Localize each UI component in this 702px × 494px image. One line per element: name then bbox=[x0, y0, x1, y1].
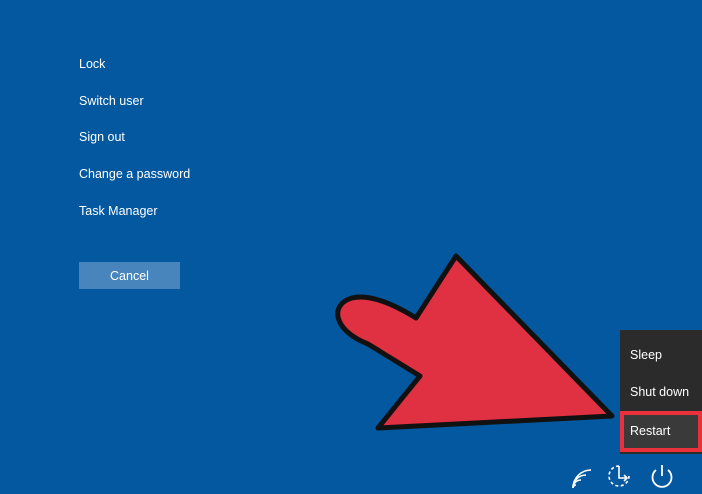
sleep-option[interactable]: Sleep bbox=[620, 337, 702, 373]
change-password-option[interactable]: Change a password bbox=[79, 164, 279, 184]
power-icon[interactable] bbox=[648, 462, 676, 490]
network-icon[interactable] bbox=[568, 462, 596, 490]
sign-out-option[interactable]: Sign out bbox=[79, 127, 279, 147]
lock-option[interactable]: Lock bbox=[79, 54, 279, 74]
account-options-menu: Lock Switch user Sign out Change a passw… bbox=[79, 54, 279, 237]
switch-user-option[interactable]: Switch user bbox=[79, 91, 279, 111]
power-options-menu: Sleep Shut down Restart bbox=[620, 330, 702, 454]
restart-option[interactable]: Restart bbox=[620, 411, 702, 452]
ease-of-access-icon[interactable] bbox=[605, 462, 633, 490]
shut-down-option[interactable]: Shut down bbox=[620, 374, 702, 410]
task-manager-option[interactable]: Task Manager bbox=[79, 201, 279, 221]
cancel-button[interactable]: Cancel bbox=[79, 262, 180, 289]
pointer-arrow-icon bbox=[335, 253, 615, 431]
